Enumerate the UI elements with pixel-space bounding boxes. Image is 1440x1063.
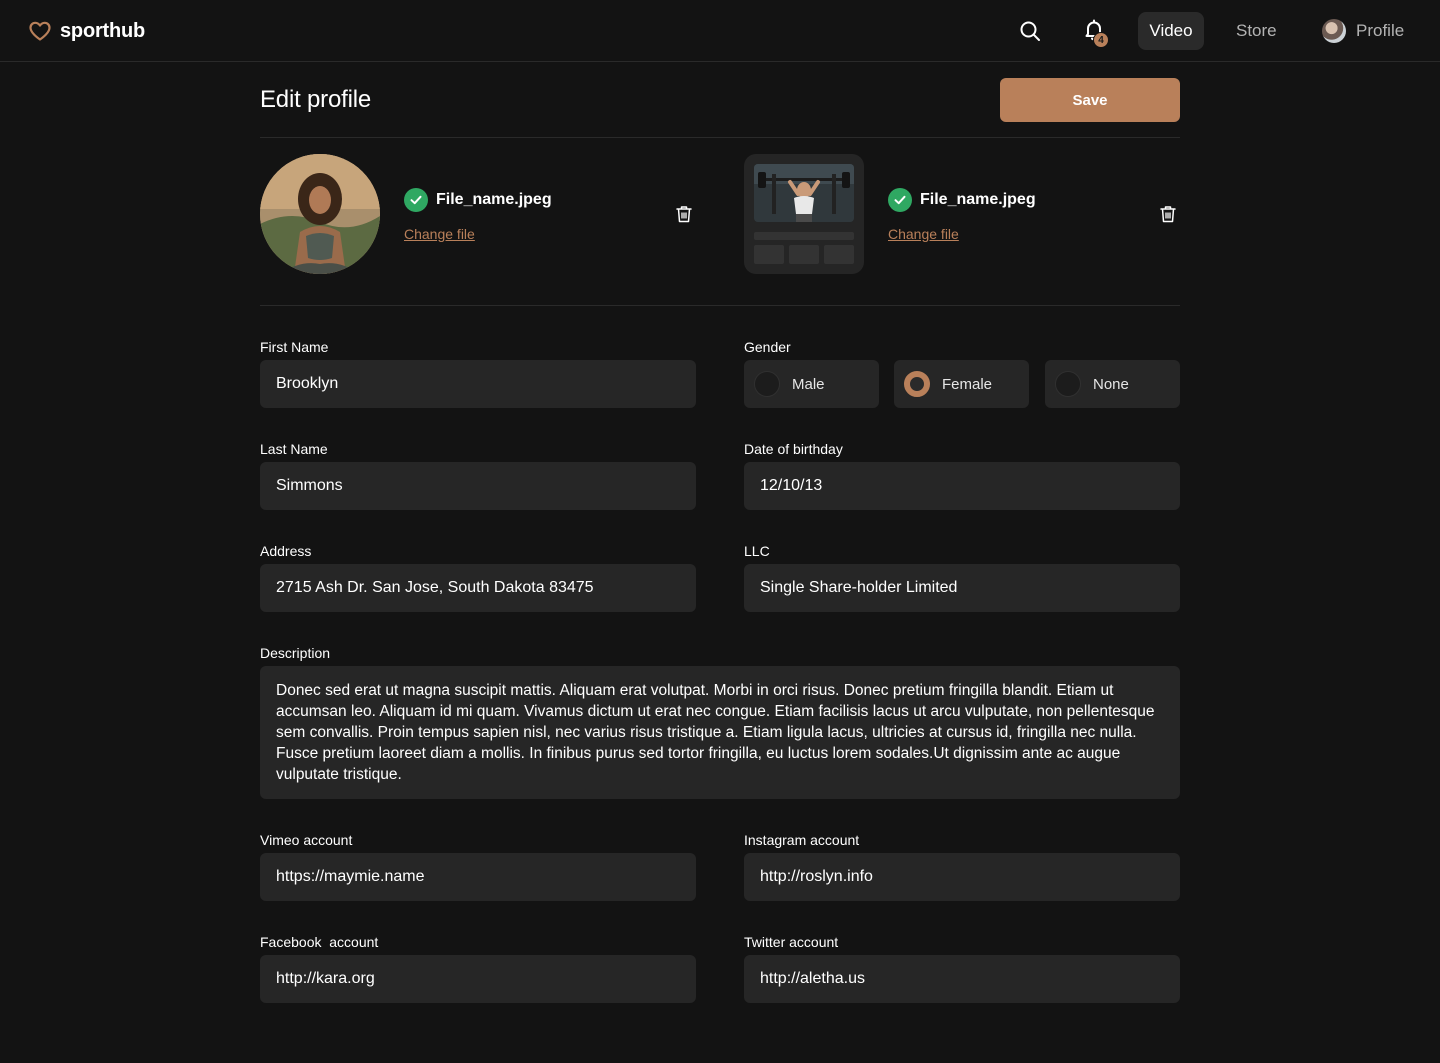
- gender-option-label: None: [1093, 375, 1129, 393]
- gender-label: Gender: [744, 339, 791, 355]
- uploads-divider: [260, 305, 1180, 306]
- heart-icon: [29, 21, 51, 41]
- check-icon: [888, 188, 912, 212]
- nav-store[interactable]: Store: [1236, 12, 1277, 50]
- nav-profile-label: Profile: [1356, 21, 1405, 40]
- nav-profile[interactable]: Profile: [1322, 12, 1404, 50]
- delete-cover-trash-icon[interactable]: [1158, 204, 1178, 224]
- radio-button-selected: [904, 371, 930, 397]
- profile-photo-image: [260, 154, 380, 274]
- description-textarea[interactable]: Donec sed erat ut magna suscipit mattis.…: [260, 666, 1180, 799]
- notifications-button[interactable]: 4: [1082, 18, 1112, 48]
- top-navbar: sporthub 4 Video Store Profile: [0, 0, 1440, 62]
- vimeo-label: Vimeo account: [260, 832, 353, 848]
- radio-button: [1055, 371, 1081, 397]
- cover-placeholder-line: [754, 232, 854, 240]
- birthday-label: Date of birthday: [744, 441, 843, 457]
- gender-option-female[interactable]: Female: [894, 360, 1029, 408]
- profile-photo[interactable]: [260, 154, 380, 274]
- instagram-label: Instagram account: [744, 832, 860, 848]
- first-name-label: First Name: [260, 339, 329, 355]
- cover-placeholder-box: [824, 245, 854, 264]
- gender-option-label: Male: [792, 375, 825, 393]
- avatar-change-file-link[interactable]: Change file: [404, 226, 475, 242]
- cover-thumbnail: [754, 164, 854, 222]
- avatar-file-name: File_name.jpeg: [436, 191, 552, 208]
- cover-change-file-link[interactable]: Change file: [888, 226, 959, 242]
- cover-placeholder-box: [754, 245, 784, 264]
- instagram-input[interactable]: [744, 853, 1180, 901]
- facebook-label: Facebook account: [260, 934, 379, 950]
- header-divider: [260, 137, 1180, 138]
- birthday-input[interactable]: [744, 462, 1180, 510]
- nav-video[interactable]: Video: [1138, 12, 1204, 50]
- facebook-input[interactable]: [260, 955, 696, 1003]
- gender-option-none[interactable]: None: [1045, 360, 1180, 408]
- address-label: Address: [260, 543, 312, 559]
- save-button[interactable]: Save: [1000, 78, 1180, 122]
- cover-preview-card[interactable]: [744, 154, 864, 274]
- user-avatar: [1322, 19, 1346, 43]
- radio-button: [754, 371, 780, 397]
- llc-label: LLC: [744, 543, 770, 559]
- page-title: Edit profile: [260, 86, 371, 113]
- gender-option-male[interactable]: Male: [744, 360, 879, 408]
- avatar-file-info: File_name.jpeg Change file: [404, 188, 552, 244]
- description-label: Description: [260, 645, 331, 661]
- check-icon: [404, 188, 428, 212]
- last-name-label: Last Name: [260, 441, 328, 457]
- brand-logo[interactable]: sporthub: [28, 19, 145, 43]
- address-input[interactable]: [260, 564, 696, 612]
- last-name-input[interactable]: [260, 462, 696, 510]
- brand-name: sporthub: [60, 19, 146, 42]
- first-name-input[interactable]: [260, 360, 696, 408]
- vimeo-input[interactable]: [260, 853, 696, 901]
- gender-option-label: Female: [942, 375, 993, 393]
- search-icon[interactable]: [1018, 19, 1042, 43]
- notification-count-badge: 4: [1093, 32, 1109, 48]
- cover-file-info: File_name.jpeg Change file: [888, 188, 1036, 244]
- cover-file-name: File_name.jpeg: [920, 191, 1036, 208]
- twitter-label: Twitter account: [744, 934, 839, 950]
- twitter-input[interactable]: [744, 955, 1180, 1003]
- cover-placeholder-box: [789, 245, 819, 264]
- delete-avatar-trash-icon[interactable]: [674, 204, 694, 224]
- llc-input[interactable]: [744, 564, 1180, 612]
